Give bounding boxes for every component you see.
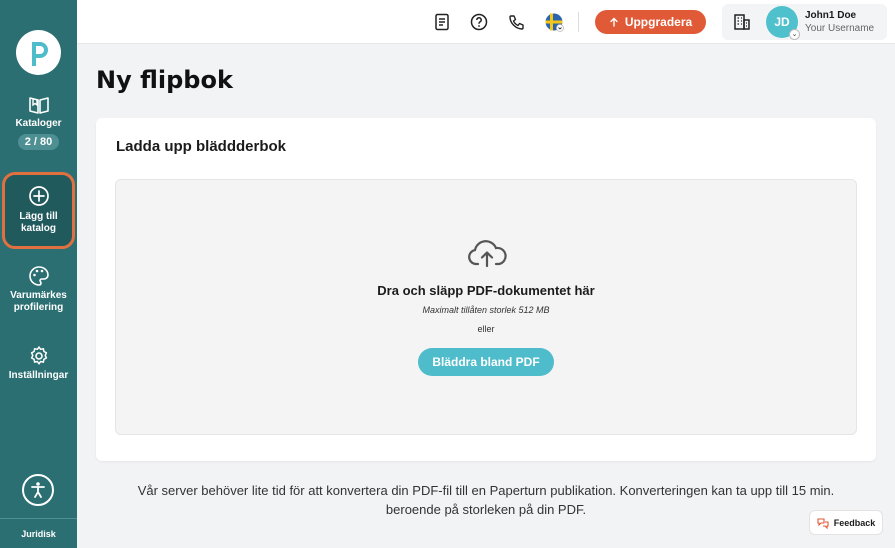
card-title: Ladda upp bläddderbok <box>116 138 287 155</box>
help-icon[interactable] <box>469 12 489 32</box>
user-name: John1 Doe <box>805 10 857 21</box>
book-icon <box>28 97 49 114</box>
sidebar-item-label: Kataloger <box>15 118 62 129</box>
upload-card: Ladda upp bläddderbok Dra och släpp PDF-… <box>96 118 876 461</box>
gear-icon <box>30 346 47 365</box>
building-icon[interactable] <box>732 12 752 32</box>
sidebar-item-label: Inställningar <box>8 370 69 381</box>
conversion-note: Vår server behöver lite tid för att konv… <box>96 481 876 519</box>
catalog-count-badge: 2 / 80 <box>17 134 60 150</box>
paperturn-logo[interactable] <box>16 30 61 75</box>
document-icon[interactable] <box>432 12 452 32</box>
upgrade-label: Uppgradera <box>624 15 693 29</box>
feedback-label: Feedback <box>833 517 876 528</box>
top-bar: Uppgradera JD ⌄ John1 Doe Your Username <box>77 0 895 44</box>
upgrade-button[interactable]: Uppgradera <box>595 10 706 34</box>
sidebar-item-label: Varumärkes profilering <box>10 290 67 313</box>
dropzone-max-size: Maximalt tillåten storlek 512 MB <box>422 305 550 315</box>
arrow-up-icon <box>610 17 618 27</box>
feedback-button[interactable]: Feedback <box>809 510 883 535</box>
sidebar-item-catalogs[interactable]: Kataloger 2 / 80 <box>0 95 77 150</box>
dropzone-or: eller <box>477 324 495 334</box>
accessibility-icon <box>31 482 45 498</box>
sidebar-item-settings[interactable]: Inställningar <box>0 345 77 382</box>
logo-icon <box>31 41 48 66</box>
conversion-note-line1: Vår server behöver lite tid för att konv… <box>137 483 835 498</box>
sidebar-item-label: Lägg till katalog <box>19 211 58 234</box>
chevron-down-icon[interactable]: ⌄ <box>789 29 800 40</box>
phone-icon[interactable] <box>506 12 526 32</box>
palette-icon <box>28 266 49 286</box>
conversion-note-line2: beroende på storleken på din PDF. <box>385 502 587 517</box>
cloud-upload-icon <box>468 240 507 268</box>
legal-link[interactable]: Juridisk <box>0 518 77 548</box>
sidebar-item-add-catalog[interactable]: Lägg till katalog <box>0 185 77 235</box>
dropzone-title: Dra och släpp PDF-dokumentet här <box>377 283 595 298</box>
user-menu[interactable]: JD ⌄ John1 Doe Your Username <box>722 4 887 40</box>
page-title: Ny flipbok <box>96 66 233 94</box>
feedback-icon <box>817 517 829 529</box>
topbar-divider <box>578 12 579 32</box>
browse-pdf-button[interactable]: Bläddra bland PDF <box>418 348 554 376</box>
accessibility-button[interactable] <box>22 474 54 506</box>
sidebar: Kataloger 2 / 80 Lägg till katalog Varum… <box>0 0 77 548</box>
user-username: Your Username <box>805 23 875 34</box>
sidebar-item-branding[interactable]: Varumärkes profilering <box>0 265 77 314</box>
pdf-dropzone[interactable]: Dra och släpp PDF-dokumentet här Maximal… <box>115 179 857 435</box>
add-circle-icon <box>28 186 49 206</box>
language-sweden-flag-icon[interactable] <box>544 12 564 32</box>
